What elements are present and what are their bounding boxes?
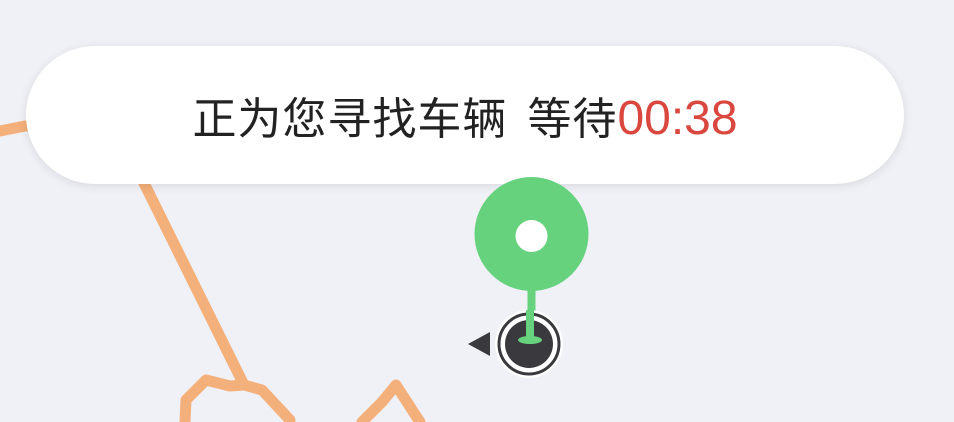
status-bubble: 正为您寻找车辆 等待00:38: [26, 46, 904, 184]
status-text: 正为您寻找车辆 等待00:38: [192, 83, 737, 147]
current-location-icon: [468, 310, 563, 378]
searching-message: 正为您寻找车辆: [192, 94, 508, 145]
wait-countdown: 00:38: [617, 92, 738, 145]
map-view[interactable]: 正为您寻找车辆 等待00:38: [0, 0, 954, 422]
wait-label: 等待: [527, 94, 618, 145]
